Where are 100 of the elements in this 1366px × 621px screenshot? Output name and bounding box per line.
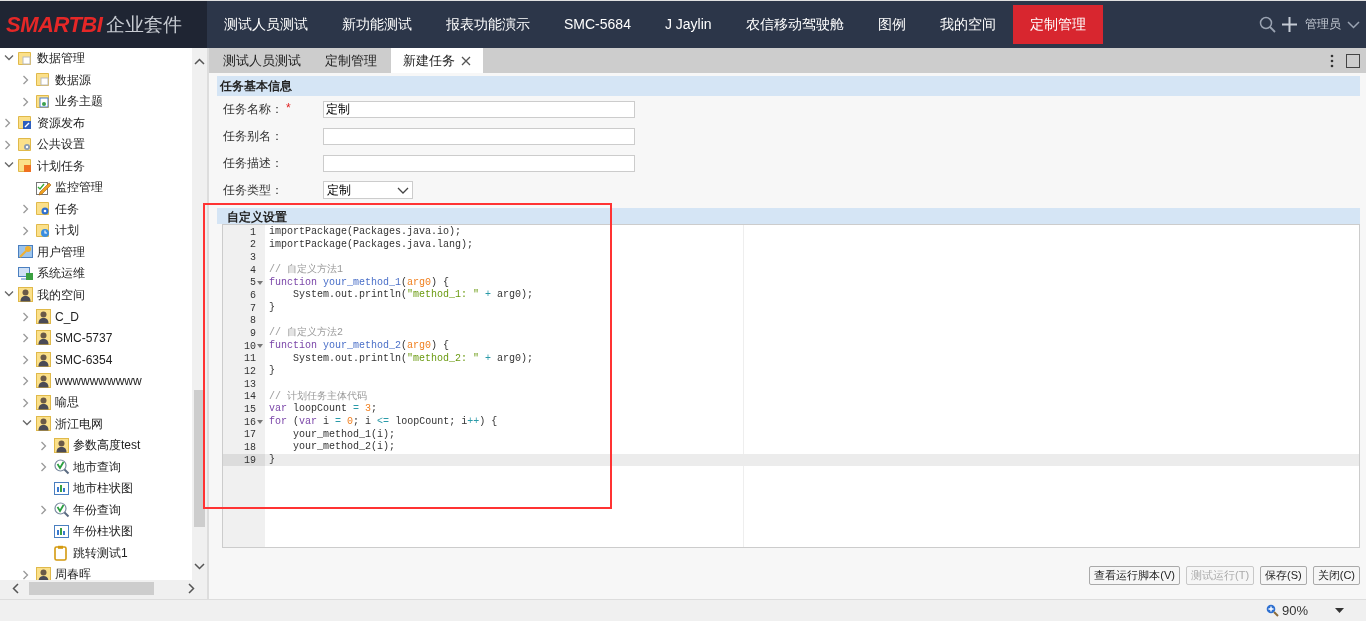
tree-item[interactable]: 地市查询 [0, 456, 192, 478]
tree-item[interactable]: C_D [0, 306, 192, 328]
tree-item[interactable]: 用户管理 [0, 241, 192, 263]
chevron-up-icon[interactable] [194, 58, 205, 65]
magnifier-check-icon [54, 459, 70, 476]
line-number: 9 [250, 328, 256, 340]
code-line: } [269, 453, 275, 465]
tree-item[interactable]: 数据管理 [0, 48, 192, 70]
action-button[interactable]: 保存(S) [1260, 566, 1307, 585]
plus-icon[interactable] [1282, 17, 1297, 32]
section-header: 自定义设置 [217, 208, 1360, 224]
line-number: 4 [250, 264, 256, 276]
user-icon [36, 394, 52, 411]
maximize-icon[interactable] [1346, 53, 1360, 68]
zoom-in-icon[interactable] [1265, 604, 1279, 617]
tab[interactable]: 新建任务 [391, 48, 483, 73]
action-button[interactable]: 关闭(C) [1312, 566, 1360, 585]
field-label: 任务描述： [223, 154, 283, 172]
nav-item[interactable]: 农信移动驾驶舱 [728, 5, 861, 44]
field-label: 任务类型： [223, 181, 283, 199]
code-line: importPackage(Packages.java.io); [269, 226, 462, 237]
tree-item[interactable]: 浙江电网 [0, 413, 192, 435]
code-line: // 自定义方法2 [269, 327, 343, 339]
line-number: 13 [244, 378, 256, 390]
tree-item[interactable]: 年份查询 [0, 499, 192, 521]
nav-item[interactable]: 新功能测试 [325, 5, 429, 44]
user-icon [18, 287, 34, 304]
nav-item[interactable]: 报表功能演示 [429, 5, 547, 44]
user-icon [36, 566, 52, 580]
fold-caret-icon[interactable] [257, 420, 263, 425]
user-menu[interactable]: 管理员 [1305, 16, 1341, 33]
fold-caret-icon[interactable] [257, 280, 263, 285]
tree-item[interactable]: 参数高度test [0, 435, 192, 457]
chevron-left-icon[interactable] [12, 583, 19, 594]
code-line: System.out.println("method_1: " + arg0); [292, 289, 534, 301]
tree-item[interactable]: 年份柱状图 [0, 521, 192, 543]
tree-item[interactable]: 系统运维 [0, 263, 192, 285]
tab[interactable]: 定制管理 [313, 48, 389, 73]
tree-item[interactable]: 我的空间 [0, 284, 192, 306]
folder-icon [36, 72, 52, 89]
tree-item[interactable]: 任务 [0, 198, 192, 220]
code-line: System.out.println("method_2: " + arg0); [292, 352, 534, 364]
action-button[interactable]: 查看运行脚本(V) [1089, 566, 1180, 585]
chart-icon [54, 523, 70, 540]
tree-item[interactable]: 业务主题 [0, 91, 192, 113]
chevron-right-icon[interactable] [188, 583, 195, 594]
tab[interactable]: 测试人员测试 [211, 48, 313, 73]
nav-item[interactable]: 图例 [860, 5, 923, 44]
vertical-scrollbar[interactable] [192, 48, 207, 580]
search-icon[interactable] [1259, 16, 1276, 33]
tree-item[interactable]: SMC-5737 [0, 327, 192, 349]
nav-item[interactable]: 定制管理 [1012, 5, 1103, 44]
code-line: for (var i = 0; i <= loopCount; i++) { [269, 415, 498, 427]
user-icon [54, 437, 70, 454]
tree-item[interactable]: 资源发布 [0, 112, 192, 134]
scroll-thumb[interactable] [194, 390, 205, 527]
chevron-down-icon[interactable] [1347, 20, 1360, 29]
tree-item[interactable]: 地市柱状图 [0, 478, 192, 500]
line-number: 8 [250, 315, 256, 327]
folder-icon [18, 136, 34, 153]
code-line: // 自定义方法1 [269, 263, 343, 275]
tree-item[interactable]: 跳转测试1 [0, 542, 192, 564]
tree-item[interactable]: 计划 [0, 220, 192, 242]
text-field[interactable] [323, 127, 635, 145]
tree-item[interactable]: wwwwwwwwww [0, 370, 192, 392]
folder-icon [36, 201, 52, 218]
more-vertical-icon[interactable] [1330, 53, 1334, 68]
line-number: 7 [250, 302, 256, 314]
chart-icon [54, 480, 70, 497]
code-line: } [269, 365, 275, 377]
type-dropdown[interactable]: 定制 [323, 181, 413, 199]
nav-item[interactable]: SMC-5684 [547, 5, 648, 44]
code-editor[interactable] [222, 224, 1360, 548]
tree-item[interactable]: 公共设置 [0, 134, 192, 156]
nav-item[interactable]: 我的空间 [922, 5, 1013, 44]
nav-item[interactable]: J Jaylin [647, 5, 729, 44]
tree-item[interactable]: 监控管理 [0, 177, 192, 199]
text-field[interactable]: 定制 [323, 100, 635, 118]
text-field[interactable] [323, 154, 635, 172]
close-icon[interactable] [461, 55, 471, 66]
user-icon [36, 373, 52, 390]
fold-caret-icon[interactable] [257, 344, 263, 349]
tree-item[interactable]: SMC-6354 [0, 349, 192, 371]
tree-item[interactable]: 数据源 [0, 69, 192, 91]
code-line: function your_method_2(arg0) { [269, 339, 450, 351]
line-number: 2 [250, 239, 256, 251]
tree-item[interactable]: 计划任务 [0, 155, 192, 177]
line-number: 5 [250, 277, 256, 289]
code-line: your_method_2(i); [292, 441, 396, 453]
caret-down-icon[interactable] [1335, 608, 1344, 613]
line-number: 14 [244, 391, 256, 403]
line-number: 3 [250, 252, 256, 264]
code-line: importPackage(Packages.java.lang); [269, 238, 474, 250]
nav-item[interactable]: 测试人员测试 [207, 5, 325, 44]
line-number: 6 [250, 290, 256, 302]
scroll-thumb[interactable] [29, 582, 154, 595]
chevron-down-icon[interactable] [194, 563, 205, 570]
code-line: var loopCount = 3; [269, 403, 378, 415]
magnifier-check-icon [54, 502, 70, 519]
tree-item[interactable]: 喻思 [0, 392, 192, 414]
